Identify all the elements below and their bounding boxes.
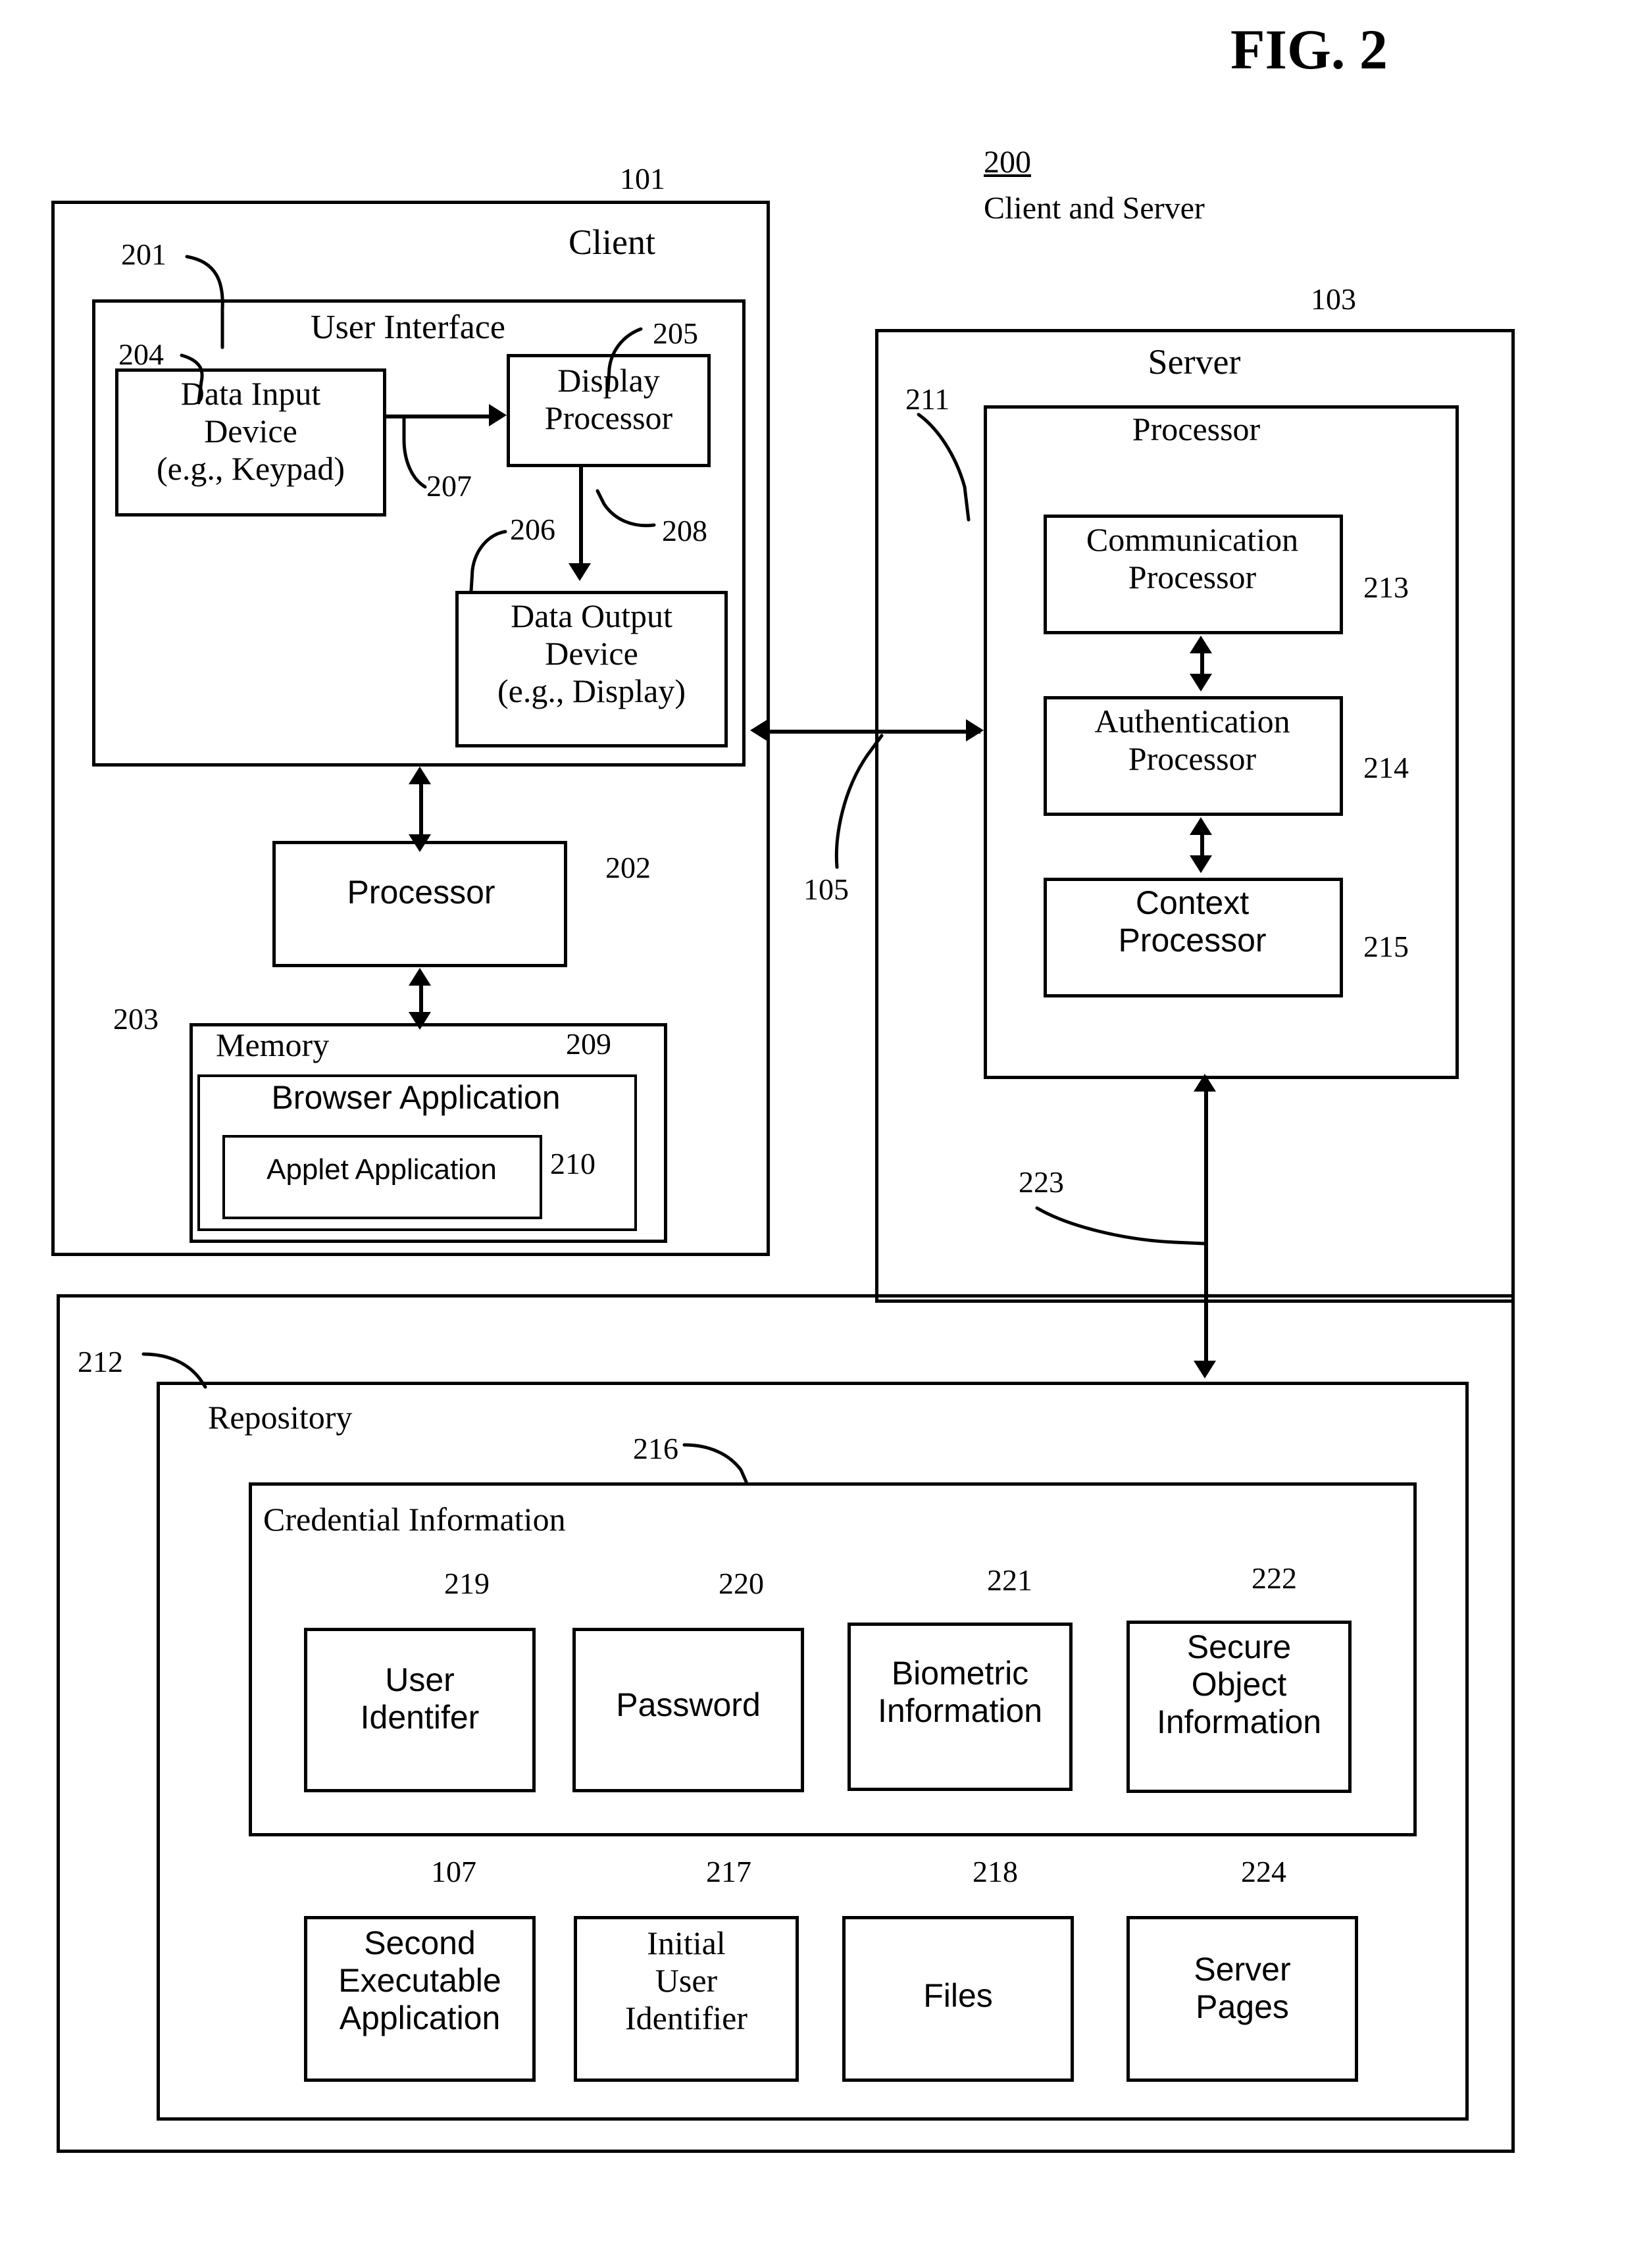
- initial-user-identifier-line-2: User: [655, 1962, 718, 1999]
- ref-205: 205: [653, 316, 698, 350]
- secure-object-information-line-1: Secure: [1186, 1628, 1292, 1665]
- system-label: Client and Server: [984, 191, 1205, 226]
- data-input-device-line-3: (e.g., Keypad): [157, 450, 345, 487]
- figure-title: FIG. 2: [1230, 18, 1388, 81]
- user-identifier-line-2: Identifer: [360, 1699, 480, 1736]
- repository-item-label-server-pages: Server Pages: [1194, 1951, 1290, 2026]
- repository-item-label-files: Files: [923, 1977, 993, 2014]
- credential-information-title: Credential Information: [263, 1501, 566, 1538]
- user-identifier-line-1: User: [385, 1661, 455, 1698]
- ui-processor-link-arrow-up: [409, 767, 431, 784]
- ref-222: 222: [1252, 1561, 1297, 1595]
- ref-218: 218: [973, 1855, 1018, 1888]
- data-input-device-line-2: Device: [204, 413, 297, 449]
- credential-item-label-biometric-information: Biometric Information: [878, 1655, 1042, 1730]
- client-processor-label: Processor: [347, 874, 495, 911]
- link-207-line: [386, 415, 489, 418]
- second-executable-application-line-3: Application: [339, 2000, 501, 2036]
- initial-user-identifier-line-1: Initial: [647, 1925, 726, 1961]
- ref-221: 221: [987, 1563, 1032, 1597]
- communication-processor-line-2: Processor: [1128, 559, 1257, 595]
- data-output-device-line-2: Device: [545, 635, 638, 672]
- communication-processor-label: Communication Processor: [1086, 521, 1298, 596]
- biometric-information-line-2: Information: [877, 1692, 1043, 1729]
- context-processor-label: Context Processor: [1118, 884, 1266, 959]
- secure-object-information-line-2: Object: [1191, 1666, 1287, 1703]
- server-title: Server: [1148, 342, 1241, 382]
- ref-223: 223: [1019, 1165, 1064, 1199]
- ref-204: 204: [118, 338, 164, 371]
- ref-219: 219: [444, 1567, 490, 1600]
- ref-211: 211: [905, 382, 950, 416]
- system-ref-number: 200: [984, 145, 1031, 180]
- communication-processor-line-1: Communication: [1086, 521, 1299, 558]
- ref-105: 105: [803, 872, 849, 906]
- link-208-arrowhead: [569, 563, 591, 581]
- data-output-device-label: Data Output Device (e.g., Display): [497, 597, 686, 710]
- ref-215: 215: [1363, 930, 1409, 963]
- ref-220: 220: [719, 1567, 764, 1600]
- ref-210: 210: [550, 1147, 595, 1180]
- secure-object-information-line-3: Information: [1156, 1703, 1322, 1740]
- credential-item-label-user-identifier: User Identifer: [361, 1661, 480, 1736]
- ref-206: 206: [510, 513, 555, 546]
- data-output-device-line-3: (e.g., Display): [497, 672, 686, 709]
- ref-103: 103: [1311, 282, 1356, 316]
- auth-context-link-arrow-down: [1190, 855, 1212, 873]
- credential-item-label-secure-object-information: Secure Object Information: [1157, 1628, 1321, 1741]
- server-pages-line-2: Pages: [1196, 1988, 1289, 2025]
- ref-202: 202: [605, 851, 651, 884]
- display-processor-line-1: Display: [557, 362, 660, 399]
- client-title: Client: [569, 222, 655, 262]
- ref-224: 224: [1241, 1855, 1286, 1888]
- ref-216: 216: [633, 1432, 678, 1465]
- ref-213: 213: [1363, 570, 1409, 604]
- link-208-line: [579, 467, 583, 566]
- ref-203: 203: [113, 1002, 159, 1036]
- auth-context-link-arrow-up: [1190, 817, 1212, 835]
- browser-application-label: Browser Application: [271, 1079, 561, 1116]
- context-processor-line-2: Processor: [1118, 922, 1267, 959]
- repository-item-label-second-executable-application: Second Executable Application: [338, 1925, 501, 2037]
- ref-214: 214: [1363, 751, 1409, 784]
- data-input-device-line-1: Data Input: [180, 375, 321, 412]
- server-repository-link-arrow-up: [1194, 1074, 1216, 1092]
- applet-application-label: Applet Application: [266, 1153, 497, 1186]
- ref-217: 217: [706, 1855, 751, 1888]
- display-processor-line-2: Processor: [544, 399, 673, 436]
- user-interface-title: User Interface: [311, 309, 505, 346]
- second-executable-application-line-1: Second: [364, 1925, 476, 1961]
- ref-208: 208: [662, 514, 707, 547]
- initial-user-identifier-line-3: Identifier: [624, 2000, 748, 2036]
- processor-memory-link-arrow-up: [409, 968, 431, 986]
- authentication-processor-line-2: Processor: [1128, 740, 1257, 777]
- authentication-processor-label: Authentication Processor: [1094, 703, 1290, 778]
- link-207-arrowhead: [489, 404, 507, 426]
- server-pages-line-1: Server: [1194, 1951, 1291, 1988]
- server-processor-label: Processor: [1132, 411, 1261, 447]
- authentication-processor-line-1: Authentication: [1094, 703, 1290, 740]
- data-output-device-line-1: Data Output: [511, 597, 672, 634]
- repository-title: Repository: [208, 1399, 353, 1436]
- ref-209: 209: [566, 1027, 611, 1061]
- memory-label: Memory: [216, 1026, 330, 1063]
- ref-107: 107: [431, 1855, 476, 1888]
- network-link-arrow-left: [750, 719, 768, 742]
- data-input-device-label: Data Input Device (e.g., Keypad): [157, 375, 345, 488]
- biometric-information-line-1: Biometric: [891, 1655, 1029, 1692]
- context-processor-line-1: Context: [1135, 884, 1250, 921]
- credential-item-label-password: Password: [616, 1686, 761, 1723]
- ref-101: 101: [620, 162, 665, 195]
- ref-201: 201: [121, 238, 166, 271]
- comm-auth-link-arrow-down: [1190, 674, 1212, 692]
- comm-auth-link-arrow-up: [1190, 636, 1212, 653]
- display-processor-label: Display Processor: [545, 362, 672, 437]
- ui-processor-link-line: [419, 775, 423, 844]
- patent-figure-sheet: FIG. 2 200 Client and Server 101 Client …: [0, 0, 1645, 2268]
- repository-item-label-initial-user-identifier: Initial User Identifier: [625, 1925, 747, 2037]
- second-executable-application-line-2: Executable: [338, 1962, 501, 1999]
- ref-212: 212: [78, 1345, 123, 1378]
- ref-207: 207: [426, 469, 472, 503]
